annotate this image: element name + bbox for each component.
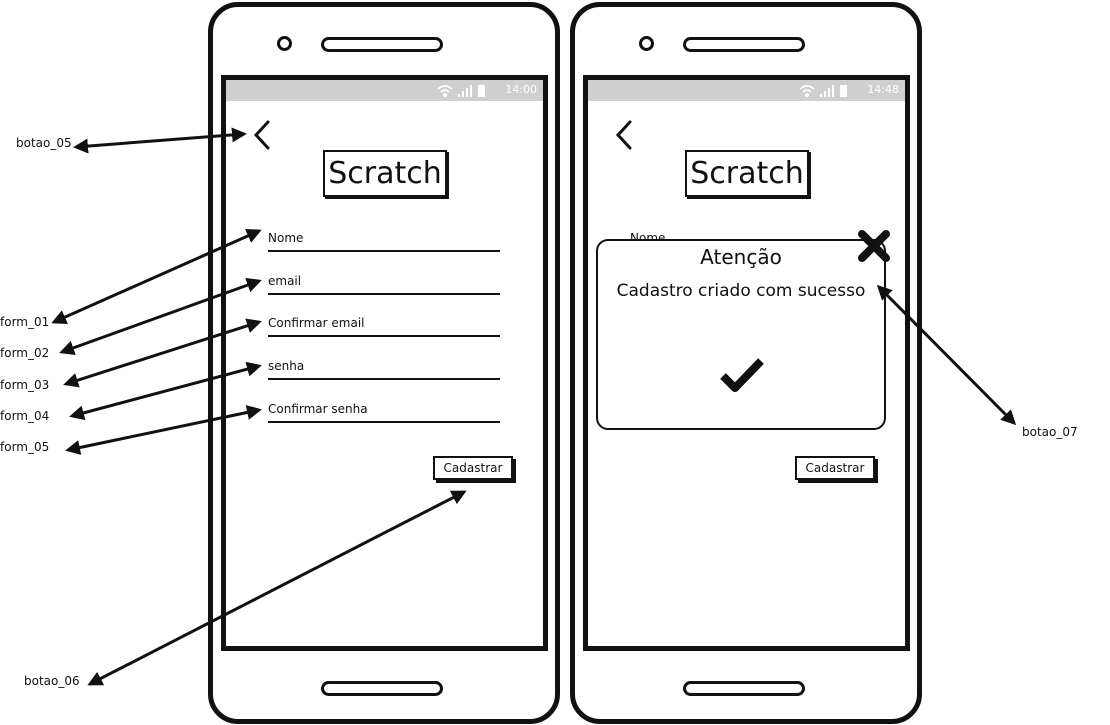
battery-icon: [840, 85, 847, 97]
cadastrar-button[interactable]: Cadastrar: [433, 456, 513, 480]
annotation-form-05: form_05: [0, 440, 50, 454]
home-button[interactable]: [321, 681, 443, 696]
annotation-form-01: form_01: [0, 315, 50, 329]
field-input-senha[interactable]: [268, 378, 500, 380]
checkmark-icon: [720, 358, 764, 392]
status-bar: 14:48: [588, 80, 905, 101]
speaker-grill: [683, 37, 805, 52]
annotation-botao-06: botao_06: [24, 674, 80, 688]
annotation-form-04: form_04: [0, 409, 50, 423]
annotation-botao-05: botao_05: [16, 136, 72, 150]
chevron-left-icon[interactable]: [250, 120, 274, 150]
chevron-left-icon[interactable]: [612, 120, 636, 150]
battery-icon: [478, 85, 485, 97]
field-input-confirmar-senha[interactable]: [268, 421, 500, 423]
signal-icon: [820, 85, 834, 97]
annotation-form-02: form_02: [0, 346, 50, 360]
dialog-title: Atenção: [700, 245, 782, 269]
wifi-icon: [437, 85, 453, 98]
field-label-confirmar-email: Confirmar email: [268, 316, 365, 330]
field-label-confirmar-senha: Confirmar senha: [268, 402, 368, 416]
left-phone-screen: 14:00 Scratch Nome email Confirmar email…: [221, 75, 548, 651]
field-label-email: email: [268, 274, 302, 288]
success-dialog: Atenção Cadastro criado com sucesso: [596, 239, 886, 430]
status-time: 14:48: [867, 83, 899, 96]
signal-icon: [458, 85, 472, 97]
field-label-nome: Nome: [268, 231, 304, 245]
annotation-botao-07: botao_07: [1022, 425, 1078, 439]
cadastrar-button[interactable]: Cadastrar: [795, 456, 875, 480]
app-logo: Scratch: [685, 150, 809, 197]
app-logo: Scratch: [323, 150, 447, 197]
field-label-senha: senha: [268, 359, 305, 373]
close-icon[interactable]: [857, 229, 891, 263]
speaker-grill: [321, 37, 443, 52]
home-button[interactable]: [683, 681, 805, 696]
annotation-form-03: form_03: [0, 378, 50, 392]
wifi-icon: [799, 85, 815, 98]
field-input-email[interactable]: [268, 293, 500, 295]
status-time: 14:00: [505, 83, 537, 96]
dialog-message: Cadastro criado com sucesso: [616, 281, 866, 301]
status-icons: [437, 85, 485, 98]
camera-icon: [639, 36, 654, 51]
field-input-nome[interactable]: [268, 250, 500, 252]
status-icons: [799, 85, 847, 98]
camera-icon: [277, 36, 292, 51]
status-bar: 14:00: [226, 80, 543, 101]
field-input-confirmar-email[interactable]: [268, 335, 500, 337]
